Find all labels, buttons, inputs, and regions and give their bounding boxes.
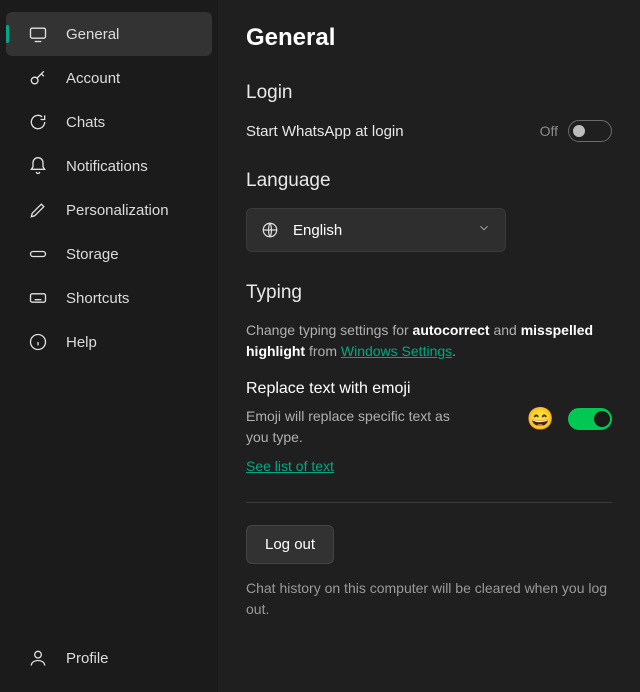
- replace-emoji-row: Emoji will replace specific text as you …: [246, 406, 612, 448]
- sidebar-item-general[interactable]: General: [6, 12, 212, 56]
- key-icon: [28, 68, 48, 88]
- pencil-icon: [28, 200, 48, 220]
- sidebar-item-personalization[interactable]: Personalization: [6, 188, 212, 232]
- sidebar-item-shortcuts[interactable]: Shortcuts: [6, 276, 212, 320]
- profile-icon: [28, 648, 48, 668]
- sidebar-item-account[interactable]: Account: [6, 56, 212, 100]
- info-icon: [28, 332, 48, 352]
- replace-emoji-toggle[interactable]: [568, 408, 612, 430]
- sidebar-list: General Account Chats Notifications Pers: [0, 12, 218, 636]
- sidebar-item-label: Personalization: [66, 202, 169, 219]
- keyboard-icon: [28, 288, 48, 308]
- sidebar-item-label: Help: [66, 334, 97, 351]
- sidebar-item-label: Storage: [66, 246, 119, 263]
- sidebar-item-help[interactable]: Help: [6, 320, 212, 364]
- sidebar-item-label: Chats: [66, 114, 105, 131]
- globe-icon: [261, 221, 279, 239]
- chat-icon: [28, 112, 48, 132]
- start-at-login-row: Start WhatsApp at login Off: [246, 120, 612, 142]
- replace-emoji-title: Replace text with emoji: [246, 380, 612, 398]
- windows-settings-link[interactable]: Windows Settings: [341, 343, 452, 359]
- see-list-link[interactable]: See list of text: [246, 458, 334, 474]
- section-language-title: Language: [246, 170, 612, 192]
- section-typing-title: Typing: [246, 282, 612, 304]
- storage-icon: [28, 244, 48, 264]
- settings-panel: General Login Start WhatsApp at login Of…: [218, 0, 640, 692]
- emoji-sample-icon: 😄: [527, 406, 554, 432]
- replace-emoji-description: Emoji will replace specific text as you …: [246, 406, 476, 448]
- start-at-login-toggle[interactable]: [568, 120, 612, 142]
- start-at-login-state: Off: [540, 123, 558, 139]
- sidebar-item-label: Shortcuts: [66, 290, 129, 307]
- sidebar-item-label: General: [66, 26, 119, 43]
- section-login-title: Login: [246, 82, 612, 104]
- language-selected: English: [293, 222, 477, 239]
- settings-sidebar: General Account Chats Notifications Pers: [0, 0, 218, 692]
- logout-button[interactable]: Log out: [246, 525, 334, 564]
- divider: [246, 502, 612, 503]
- start-at-login-label: Start WhatsApp at login: [246, 123, 404, 140]
- sidebar-item-storage[interactable]: Storage: [6, 232, 212, 276]
- typing-description: Change typing settings for autocorrect a…: [246, 320, 612, 362]
- sidebar-item-label: Profile: [66, 650, 109, 667]
- chevron-down-icon: [477, 221, 491, 240]
- sidebar-item-label: Account: [66, 70, 120, 87]
- language-dropdown[interactable]: English: [246, 208, 506, 252]
- logout-note: Chat history on this computer will be cl…: [246, 578, 612, 620]
- sidebar-item-label: Notifications: [66, 158, 148, 175]
- page-title: General: [246, 24, 612, 52]
- sidebar-item-notifications[interactable]: Notifications: [6, 144, 212, 188]
- sidebar-item-profile[interactable]: Profile: [6, 636, 212, 680]
- sidebar-item-chats[interactable]: Chats: [6, 100, 212, 144]
- display-icon: [28, 24, 48, 44]
- bell-icon: [28, 156, 48, 176]
